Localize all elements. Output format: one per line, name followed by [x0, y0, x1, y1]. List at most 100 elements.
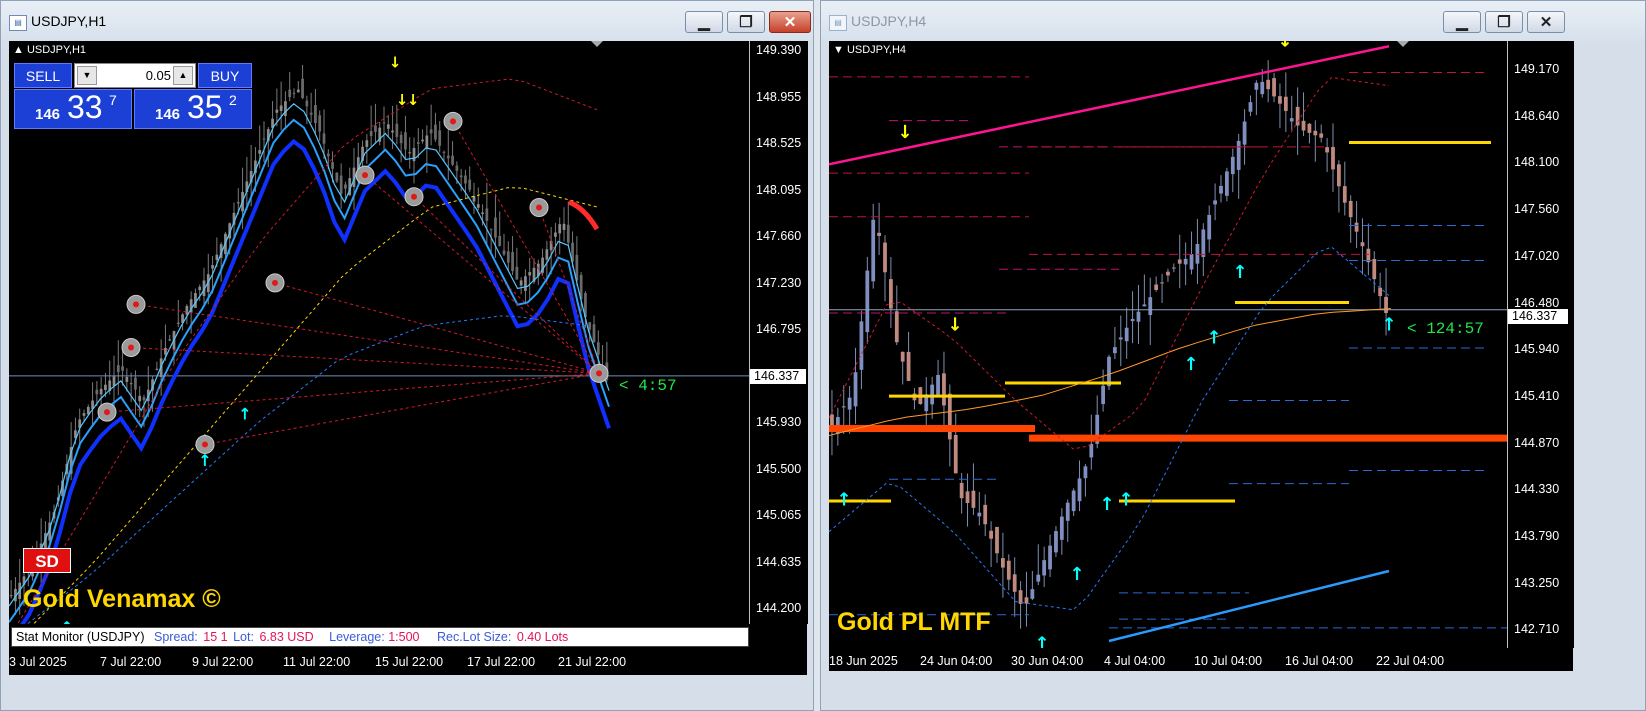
candle-body	[1195, 243, 1200, 264]
candle-body	[464, 175, 467, 184]
candle-body	[1260, 81, 1265, 95]
close-button[interactable]: ✕	[769, 11, 811, 33]
close-icon: ✕	[1539, 14, 1553, 31]
candle-body	[1171, 267, 1176, 269]
close-icon: ✕	[783, 14, 797, 31]
candle-body	[275, 109, 279, 113]
candle-body	[134, 377, 137, 390]
candle-body	[841, 406, 846, 408]
right-window-title: USDJPY,H4	[851, 13, 927, 29]
candle-body	[284, 101, 287, 117]
candle-body	[185, 305, 189, 315]
left-price-axis[interactable]: 149.390 148.955 148.525 148.095 147.660 147.2…	[749, 41, 808, 624]
candle-body	[382, 122, 386, 124]
left-title-bar[interactable]: ▤ USDJPY,H1 ▁ ❐ ✕	[1, 1, 813, 41]
candle-body	[129, 383, 133, 385]
left-candle-countdown: < 4:57	[619, 377, 677, 395]
candle-body	[1148, 297, 1153, 316]
down-arrow-icon: ↓	[947, 315, 962, 336]
sd-badge[interactable]: SD	[23, 548, 71, 573]
candle-body	[1307, 123, 1312, 133]
lot-increase-button[interactable]: ▲	[173, 66, 193, 85]
fan-line	[204, 372, 600, 445]
left-window-title: USDJPY,H1	[31, 13, 107, 29]
candle-body	[588, 322, 592, 330]
mid-envelope	[32, 187, 600, 624]
minimize-button[interactable]: ▁	[685, 11, 723, 33]
left-chart-area[interactable]: ↓↓↓↑↑↑ ▲ USDJPY,H1 SELL ▼ 0.05 ▲ BUY 146…	[9, 41, 808, 675]
left-chart-symbol: ▲ USDJPY,H1	[13, 44, 87, 56]
signal-dot	[272, 279, 278, 286]
price-tick-label: 144.635	[756, 554, 802, 569]
left-chart-window[interactable]: ▤ USDJPY,H1 ▁ ❐ ✕ ↓↓↓↑↑↑ ▲ USDJPY,H1 SEL…	[0, 0, 814, 711]
right-chart-area[interactable]: ↓↓↓↑↑↑↑↑↑↑↑↑ ▼ USDJPY,H4 < 124:57 Gold P…	[829, 41, 1574, 671]
down-arrow-icon: ↓	[897, 122, 912, 143]
candle-body	[365, 140, 369, 147]
candle-body	[830, 414, 834, 427]
candle-body	[1130, 318, 1135, 322]
maximize-icon: ❐	[739, 14, 753, 31]
candle-body	[930, 384, 935, 405]
candle-body	[1225, 171, 1229, 196]
price-tick-label: 144.200	[756, 601, 802, 615]
price-tick-label: 148.955	[756, 89, 802, 104]
buy-button[interactable]: BUY	[198, 63, 252, 88]
candle-body	[116, 365, 120, 373]
candle-body	[142, 397, 146, 401]
down-arrow-icon: ↓	[1277, 41, 1292, 51]
candle-body	[314, 105, 317, 124]
lot-size-stepper[interactable]: ▼ 0.05 ▲	[74, 63, 196, 88]
sell-button[interactable]: SELL	[14, 63, 72, 88]
maximize-button[interactable]: ❐	[727, 11, 765, 33]
candle-body	[1059, 516, 1064, 540]
stat-monitor-bar: Stat Monitor (USDJPY) Spread: 15 1 Lot: …	[11, 627, 749, 647]
price-tick-label: 148.095	[756, 182, 802, 197]
sell-price[interactable]: 146 33 7	[14, 89, 132, 129]
price-tick-label: 148.640	[1514, 108, 1560, 123]
up-arrow-icon: ↑	[836, 489, 851, 510]
lot-decrease-button[interactable]: ▼	[77, 66, 97, 85]
right-price-plot[interactable]: ↓↓↓↑↑↑↑↑↑↑↑↑	[829, 41, 1507, 648]
buy-price[interactable]: 146 35 2	[134, 89, 252, 129]
right-time-axis[interactable]: 18 Jun 2025 24 Jun 04:00 30 Jun 04:00 4 Jul…	[829, 648, 1573, 671]
candle-body	[971, 490, 976, 508]
close-button[interactable]: ✕	[1527, 11, 1565, 33]
lot-size-value[interactable]: 0.05	[99, 68, 171, 83]
right-title-bar[interactable]: ▤ USDJPY,H4 ▁ ❐ ✕	[821, 1, 1645, 41]
minimize-button[interactable]: ▁	[1443, 11, 1481, 33]
maximize-button[interactable]: ❐	[1485, 11, 1523, 33]
fast-moving-average	[9, 103, 610, 607]
rec-lot-value: 0.40 Lots	[516, 630, 569, 644]
candle-body	[1337, 164, 1341, 187]
candle-body	[900, 351, 905, 362]
candle-body	[292, 92, 296, 94]
candle-body	[519, 280, 523, 286]
upper-envelope	[17, 78, 600, 624]
candle-body	[288, 89, 292, 98]
candle-body	[545, 249, 549, 260]
candle-body	[391, 130, 394, 133]
left-time-axis[interactable]: 3 Jul 2025 7 Jul 22:00 9 Jul 22:00 11 Jul 2…	[9, 649, 749, 675]
signal-dot	[450, 118, 456, 125]
candle-body	[125, 376, 129, 382]
up-arrow-icon: ↑	[1034, 634, 1049, 648]
candle-body	[977, 512, 982, 517]
candle-body	[386, 124, 390, 129]
price-tick-label: 147.230	[756, 275, 802, 290]
upper-envelope	[829, 76, 1390, 450]
lot-label: Lot:	[233, 630, 254, 644]
right-chart-window[interactable]: ▤ USDJPY,H4 ▁ ❐ ✕ ↓↓↓↑↑↑↑↑↑↑↑↑ ▼ USDJPY,…	[820, 0, 1646, 711]
candle-body	[1242, 121, 1247, 145]
candle-body	[1166, 271, 1170, 276]
candle-body	[592, 324, 596, 343]
right-price-axis[interactable]: 149.170 148.640 148.100 147.560 147.020 146.4…	[1507, 41, 1574, 648]
signal-dot	[133, 301, 139, 308]
candle-body	[1024, 597, 1029, 604]
time-tick-label: 16 Jul 04:00	[1285, 654, 1354, 668]
fan-line	[413, 196, 600, 374]
candle-body	[416, 142, 420, 144]
candle-body	[476, 204, 480, 208]
candle-body	[1006, 560, 1011, 580]
candle-body	[412, 148, 416, 162]
candle-body	[883, 242, 887, 273]
